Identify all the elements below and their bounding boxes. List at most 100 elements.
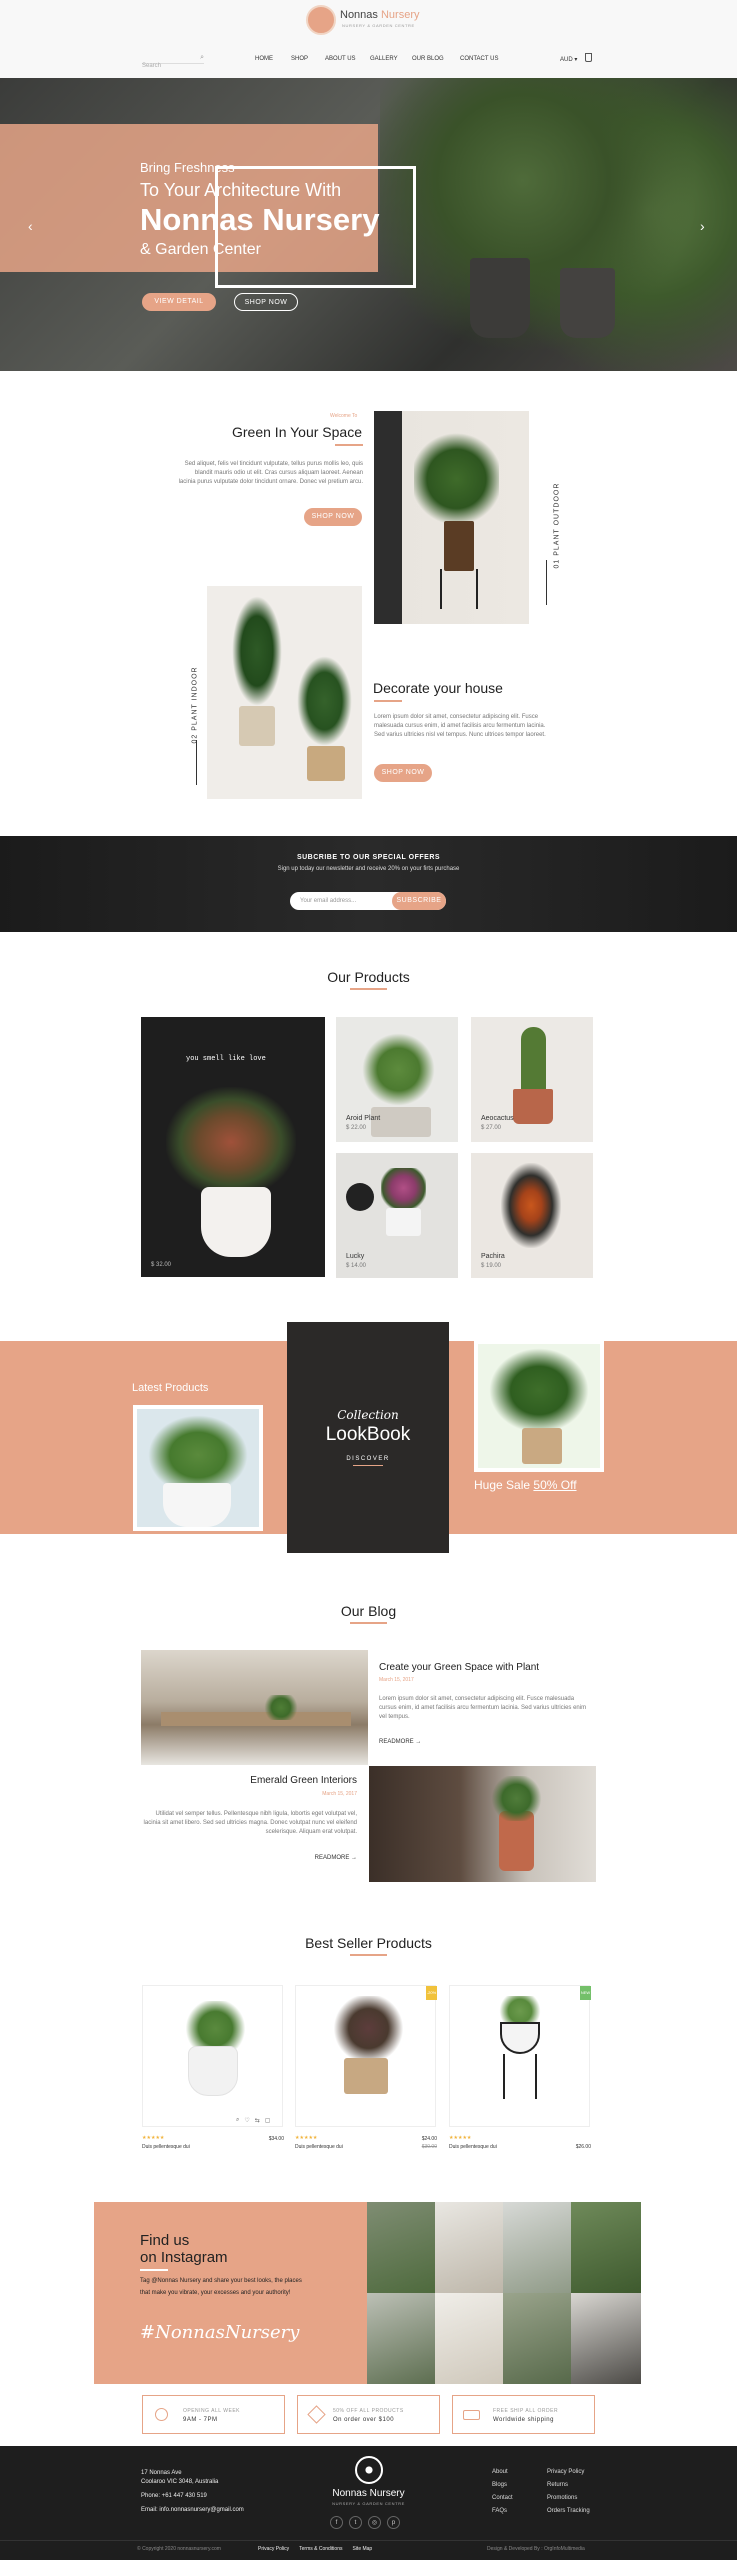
heart-icon[interactable]: ♡ <box>244 2117 249 2124</box>
footer-link-faqs[interactable]: FAQs <box>492 2505 513 2518</box>
nav-home[interactable]: HOME <box>255 56 291 62</box>
product-4-price: $ 19.00 <box>481 1263 502 1269</box>
facebook-icon[interactable]: f <box>330 2516 343 2529</box>
logo-icon[interactable] <box>306 5 336 35</box>
footer-link-tracking[interactable]: Orders Tracking <box>547 2505 590 2518</box>
feature1-text: Sed aliquet, felis vel tincidunt vulputa… <box>178 461 363 485</box>
search-icon[interactable]: ⌕ <box>200 54 204 62</box>
bottom-link-privacy[interactable]: Privacy Policy <box>258 2546 289 2552</box>
footer-divider <box>0 2540 737 2541</box>
hero-pot-2 <box>560 268 615 338</box>
feature2-leaves-2 <box>297 656 352 746</box>
instagram-grid[interactable] <box>367 2202 641 2384</box>
truck-icon <box>463 2410 480 2420</box>
bottom-link-terms[interactable]: Terms & Conditions <box>299 2546 342 2552</box>
hero-slider: Bring Freshness To Your Architecture Wit… <box>0 78 737 371</box>
instagram-photo-3[interactable] <box>503 2202 571 2293</box>
bestseller-3-name[interactable]: Duis pellentesque dui <box>449 2144 497 2150</box>
bestseller-card-3[interactable]: NEW <box>449 1985 591 2127</box>
compare-icon[interactable]: ⇆ <box>255 2117 260 2124</box>
footer-logo-icon[interactable] <box>355 2456 383 2484</box>
feature2-shop-button[interactable]: SHOP NOW <box>374 764 432 782</box>
product-card-3[interactable]: Lucky $ 14.00 <box>336 1153 458 1278</box>
instagram-photo-8[interactable] <box>571 2293 641 2384</box>
blog-post2-readmore-label: READMORE <box>314 1855 350 1861</box>
currency-select[interactable]: AUD ▾ <box>560 56 577 63</box>
bestseller-2-stars: ★★★★★ <box>295 2135 318 2141</box>
instagram-icon[interactable]: ◎ <box>368 2516 381 2529</box>
instagram-photo-7[interactable] <box>503 2293 571 2384</box>
hero-line4: & Garden Center <box>140 241 261 258</box>
instagram-photo-6[interactable] <box>435 2293 503 2384</box>
lookbook-discover-link[interactable]: DISCOVER <box>287 1456 449 1462</box>
footer-address-2: Coolaroo VIC 3048, Australia <box>141 2479 219 2485</box>
product-big-card[interactable]: you smell like love $ 32.00 <box>141 1017 325 1277</box>
subscribe-button[interactable]: SUBSCRIBE <box>392 892 446 910</box>
logo-text[interactable]: Nonnas Nursery <box>340 9 420 21</box>
bottom-link-sitemap[interactable]: Site Map <box>352 2546 372 2552</box>
feature2-pot-2 <box>307 746 345 781</box>
blog-post2-title[interactable]: Emerald Green Interiors <box>140 1775 357 1786</box>
twitter-icon[interactable]: t <box>349 2516 362 2529</box>
instagram-title-1: Find us <box>140 2232 190 2249</box>
sale-highlight[interactable]: 50% Off <box>533 1478 576 1492</box>
feature1-image <box>374 411 529 624</box>
blog-post1-readmore[interactable]: READMORE → <box>379 1739 421 1745</box>
brand-name: Nonnas <box>340 9 378 21</box>
nav-gallery[interactable]: GALLERY <box>370 56 412 62</box>
lookbook-discover-underline <box>353 1465 383 1466</box>
slider-prev-icon[interactable]: ‹ <box>28 218 33 234</box>
search-input[interactable]: Search ⌕ <box>142 54 204 69</box>
shop-now-button[interactable]: SHOP NOW <box>234 293 298 311</box>
bestseller-1-name[interactable]: Duis pellentesque dui <box>142 2144 190 2150</box>
blog-post1-table <box>161 1712 351 1726</box>
footer-link-about[interactable]: About <box>492 2466 513 2479</box>
pinterest-icon[interactable]: p <box>387 2516 400 2529</box>
feature1-title: Green In Your Space <box>232 424 362 440</box>
instagram-underline <box>140 2269 168 2271</box>
nav-about[interactable]: ABOUT US <box>325 56 370 62</box>
tagline: NURSERY & GARDEN CENTRE <box>342 23 415 28</box>
feature1-shop-button[interactable]: SHOP NOW <box>304 508 362 526</box>
instagram-photo-5[interactable] <box>367 2293 435 2384</box>
blog-post1-title[interactable]: Create your Green Space with Plant <box>379 1662 539 1673</box>
feature2-title: Decorate your house <box>373 680 503 696</box>
product-3-cup <box>346 1183 374 1211</box>
arrow-right-icon: → <box>415 1739 422 1745</box>
lookbook-card[interactable]: Collection LookBook DISCOVER <box>287 1322 449 1553</box>
search-icon[interactable]: ⌕ <box>236 2117 239 2124</box>
nav-shop[interactable]: SHOP <box>291 56 325 62</box>
feature1-vertical-label: 01 PLANT OUTDOOR <box>553 482 561 569</box>
blog-post2-image[interactable] <box>369 1766 596 1882</box>
cart-icon[interactable]: ▢ <box>265 2117 271 2124</box>
footer-email[interactable]: Email: info.nonnasnursery@gmail.com <box>141 2507 244 2513</box>
footer-link-returns[interactable]: Returns <box>547 2479 590 2492</box>
nav-contact[interactable]: CONTACT US <box>460 56 510 62</box>
feature2-vline <box>196 740 197 785</box>
blog-post2-readmore[interactable]: READMORE → <box>300 1855 357 1861</box>
feature-box-3-sub: Worldwide shipping <box>493 2417 554 2423</box>
instagram-photo-2[interactable] <box>435 2202 503 2293</box>
blog-post1-text: Lorem ipsum dolor sit amet, consectetur … <box>379 1696 587 1720</box>
footer-link-blogs[interactable]: Blogs <box>492 2479 513 2492</box>
lookbook-script: Collection <box>337 1408 399 1422</box>
product-card-2[interactable]: Aeocactus $ 27.00 <box>471 1017 593 1142</box>
latest-product-image[interactable] <box>133 1405 263 1531</box>
instagram-photo-4[interactable] <box>571 2202 641 2293</box>
nav-blog[interactable]: OUR BLOG <box>412 56 460 62</box>
instagram-photo-1[interactable] <box>367 2202 435 2293</box>
cart-icon[interactable] <box>585 53 592 62</box>
bestseller-2-name[interactable]: Duis pellentesque dui <box>295 2144 343 2150</box>
product-card-4[interactable]: Pachira $ 19.00 <box>471 1153 593 1278</box>
view-detail-button[interactable]: VIEW DETAIL <box>142 293 216 311</box>
blog-post1-image[interactable] <box>141 1650 368 1765</box>
bestseller-card-1[interactable]: ⌕ ♡ ⇆ ▢ <box>142 1985 283 2127</box>
footer-link-promotions[interactable]: Promotions <box>547 2492 590 2505</box>
product-card-1[interactable]: Aroid Plant $ 22.00 <box>336 1017 458 1142</box>
footer-link-privacy[interactable]: Privacy Policy <box>547 2466 590 2479</box>
instagram-hashtag[interactable]: #NonnasNursery <box>140 2322 299 2343</box>
slider-next-icon[interactable]: › <box>700 218 705 234</box>
bestseller-card-2[interactable]: -20% <box>295 1985 437 2127</box>
sale-product-image[interactable] <box>474 1340 604 1472</box>
footer-link-contact[interactable]: Contact <box>492 2492 513 2505</box>
